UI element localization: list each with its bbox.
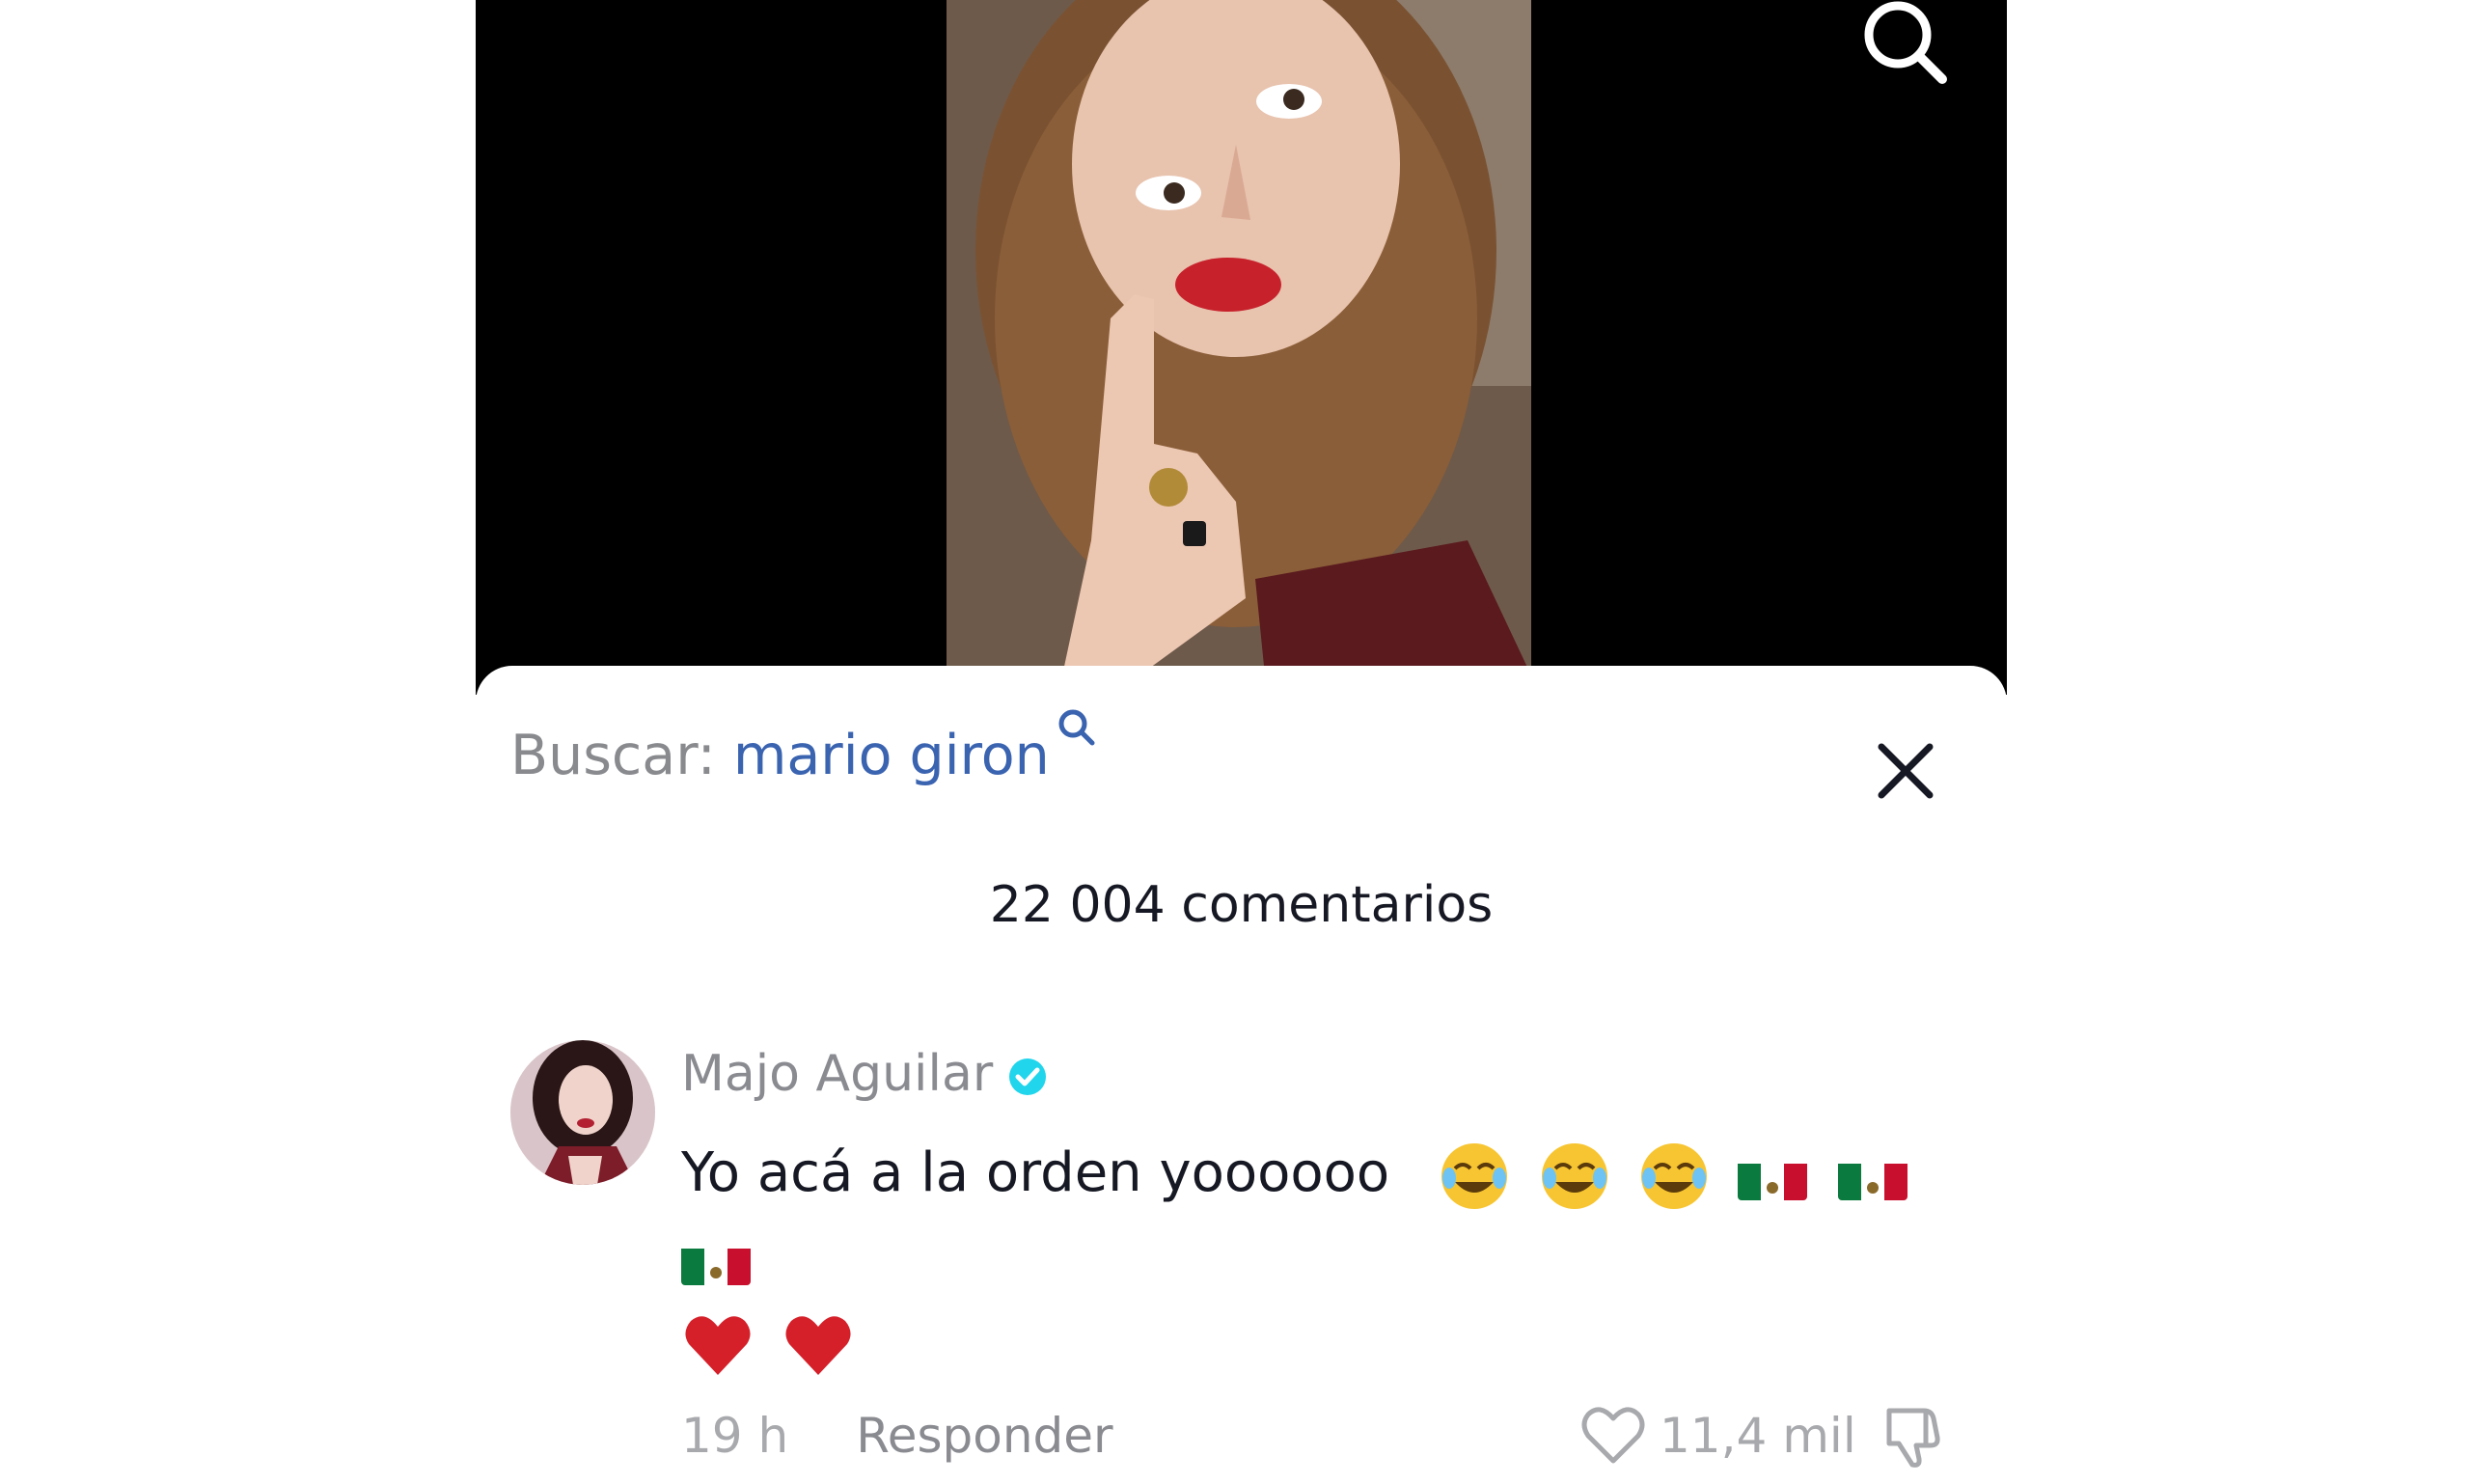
reply-button[interactable]: Responder (856, 1408, 1112, 1464)
comment-body: Majo Aguilar Yo acá a la orden yoooooo 1… (681, 1040, 1940, 1468)
close-icon[interactable] (1874, 739, 1937, 803)
comments-sheet: Buscar: mario giron 22 004 comentarios M… (476, 666, 2007, 1468)
video-thumbnail (947, 0, 1531, 675)
video-player[interactable] (476, 0, 2007, 695)
mexico-flag-icon (1738, 1152, 1808, 1200)
comment-meta: 19 h Responder 11,4 mil (681, 1397, 1955, 1474)
avatar[interactable] (510, 1040, 655, 1185)
username[interactable]: Majo Aguilar (681, 1045, 993, 1103)
username-row: Majo Aguilar (681, 1040, 1935, 1108)
comment-text: Yo acá a la orden yoooooo (681, 1131, 1935, 1386)
verified-icon (1006, 1053, 1049, 1095)
dislike-icon[interactable] (1878, 1401, 1949, 1472)
red-heart-icon (681, 1309, 755, 1383)
comment-count: 22 004 comentarios (989, 876, 1494, 934)
comment-time: 19 h (681, 1408, 789, 1464)
search-query-link[interactable]: mario giron (733, 724, 1050, 787)
mexico-flag-icon (681, 1237, 751, 1285)
search-icon (1056, 699, 1098, 746)
face-with-tears-of-joy-icon (1637, 1140, 1711, 1213)
red-heart-icon (782, 1309, 855, 1383)
like-count: 11,4 mil (1660, 1408, 1856, 1464)
like-group: 11,4 mil (1578, 1397, 1856, 1474)
mexico-flag-icon (1838, 1152, 1908, 1200)
comment-text-body: Yo acá a la orden yoooooo (681, 1141, 1390, 1204)
app-frame: Buscar: mario giron 22 004 comentarios M… (476, 0, 2007, 1468)
search-suggestion[interactable]: Buscar: mario giron (510, 709, 1095, 801)
search-label: Buscar: (510, 724, 716, 787)
heart-icon[interactable] (1578, 1401, 1648, 1470)
search-icon[interactable] (1857, 0, 1954, 87)
face-with-tears-of-joy-icon (1438, 1140, 1511, 1213)
face-with-tears-of-joy-icon (1538, 1140, 1611, 1213)
